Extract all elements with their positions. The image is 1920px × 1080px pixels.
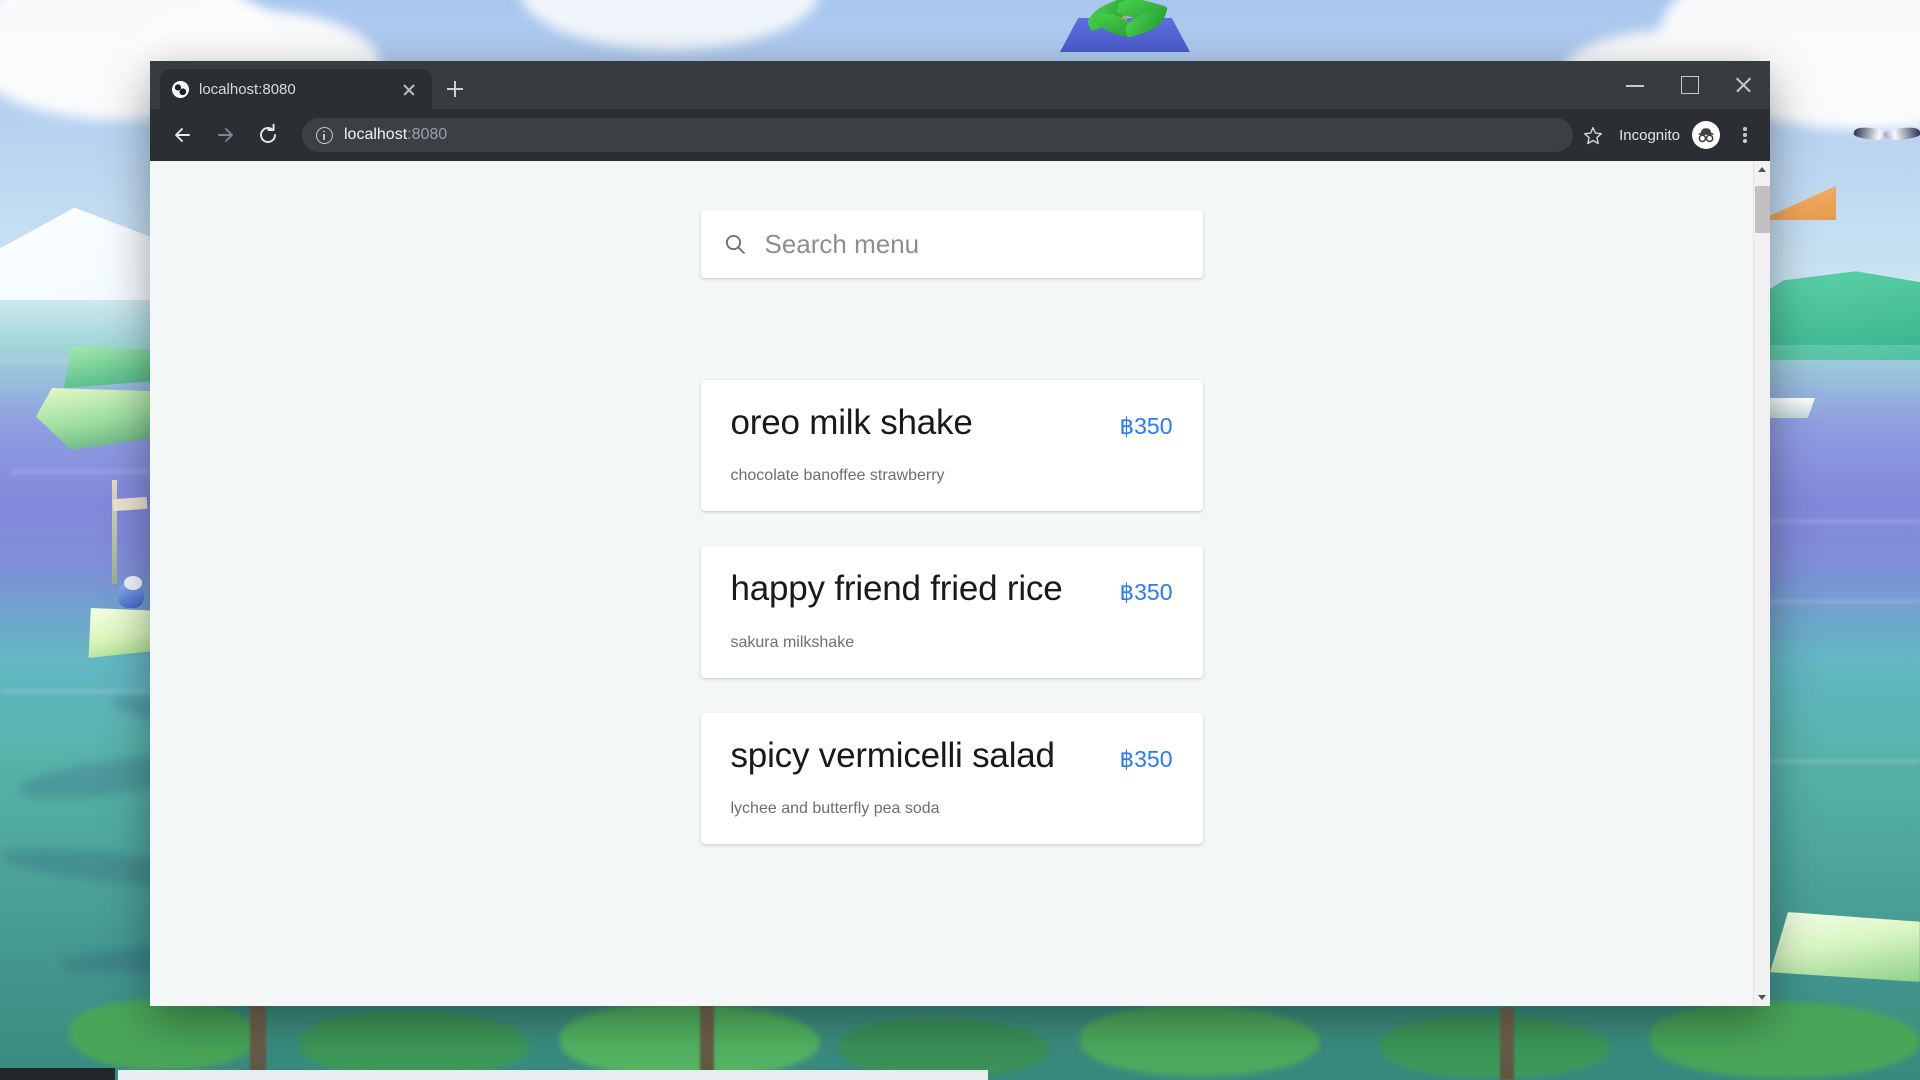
menu-item-header: spicy vermicelli salad ฿350 xyxy=(731,735,1173,776)
scroll-down-icon[interactable] xyxy=(1754,989,1770,1006)
menu-item-card[interactable]: spicy vermicelli salad ฿350 lychee and b… xyxy=(700,712,1203,844)
star-icon[interactable] xyxy=(1583,126,1603,145)
menu-item-description: chocolate banoffee strawberry xyxy=(730,467,945,485)
menu-item-description: lychee and butterfly pea soda xyxy=(730,799,940,817)
browser-toolbar: localhost:8080 Incognito xyxy=(150,109,1770,161)
browser-tab[interactable]: localhost:8080 xyxy=(160,69,432,109)
tab-strip: localhost:8080 xyxy=(150,61,1770,109)
maximize-icon[interactable] xyxy=(1662,61,1716,109)
menu-item-price: ฿350 xyxy=(1119,413,1173,439)
taskbar[interactable] xyxy=(0,1068,115,1080)
page-scrollbar[interactable] xyxy=(1753,161,1770,1006)
new-tab-button[interactable] xyxy=(438,72,472,106)
menu-item-description: sakura milkshake xyxy=(730,633,855,651)
back-arrow-icon[interactable] xyxy=(164,115,204,155)
address-bar[interactable]: localhost:8080 xyxy=(302,118,1574,152)
tab-title: localhost:8080 xyxy=(199,80,296,98)
menu-item-price: ฿350 xyxy=(1119,745,1173,772)
menu-item-header: oreo milk shake ฿350 xyxy=(731,402,1173,443)
game-character-head xyxy=(124,576,142,590)
search-icon xyxy=(723,232,747,256)
three-dots-icon[interactable] xyxy=(1728,115,1762,155)
reload-icon[interactable] xyxy=(248,115,288,155)
minimize-icon[interactable] xyxy=(1608,61,1662,109)
close-icon[interactable] xyxy=(1716,61,1770,109)
search-input[interactable] xyxy=(764,228,1181,260)
menu-item-header: happy friend fried rice ฿350 xyxy=(731,568,1173,609)
profile-label: Incognito xyxy=(1619,126,1680,144)
menu-item-price: ฿350 xyxy=(1119,579,1173,606)
menu-item-card[interactable]: happy friend fried rice ฿350 sakura milk… xyxy=(700,546,1203,678)
bird xyxy=(1853,124,1920,150)
window-controls xyxy=(1608,61,1770,109)
incognito-hat-glasses-icon[interactable] xyxy=(1692,121,1720,149)
scroll-up-icon[interactable] xyxy=(1754,161,1770,178)
taskbar-window-item[interactable] xyxy=(118,1070,988,1080)
sign-board xyxy=(112,496,148,512)
page-viewport: oreo milk shake ฿350 chocolate banoffee … xyxy=(150,161,1770,1006)
menu-item-card[interactable]: oreo milk shake ฿350 chocolate banoffee … xyxy=(700,380,1203,512)
forward-arrow-icon[interactable] xyxy=(206,115,246,155)
menu-page: oreo milk shake ฿350 chocolate banoffee … xyxy=(150,161,1753,1006)
close-tab-icon[interactable] xyxy=(398,78,420,100)
globe-icon xyxy=(172,80,189,98)
menu-item-name: happy friend fried rice xyxy=(730,569,1063,609)
scrollbar-thumb[interactable] xyxy=(1755,186,1770,233)
menu-item-name: spicy vermicelli salad xyxy=(730,735,1056,775)
url-text: localhost:8080 xyxy=(344,126,447,144)
info-circle-icon[interactable] xyxy=(316,126,333,144)
menu-item-list: oreo milk shake ฿350 chocolate banoffee … xyxy=(700,380,1203,844)
menu-item-name: oreo milk shake xyxy=(730,403,973,442)
search-bar[interactable] xyxy=(700,210,1203,278)
sign-post xyxy=(112,480,117,584)
browser-window: localhost:8080 localhost:8080 Incognito … xyxy=(150,61,1770,1006)
url-port: :8080 xyxy=(407,126,448,143)
url-host: localhost xyxy=(344,126,408,143)
ice-floe xyxy=(1770,912,1920,982)
